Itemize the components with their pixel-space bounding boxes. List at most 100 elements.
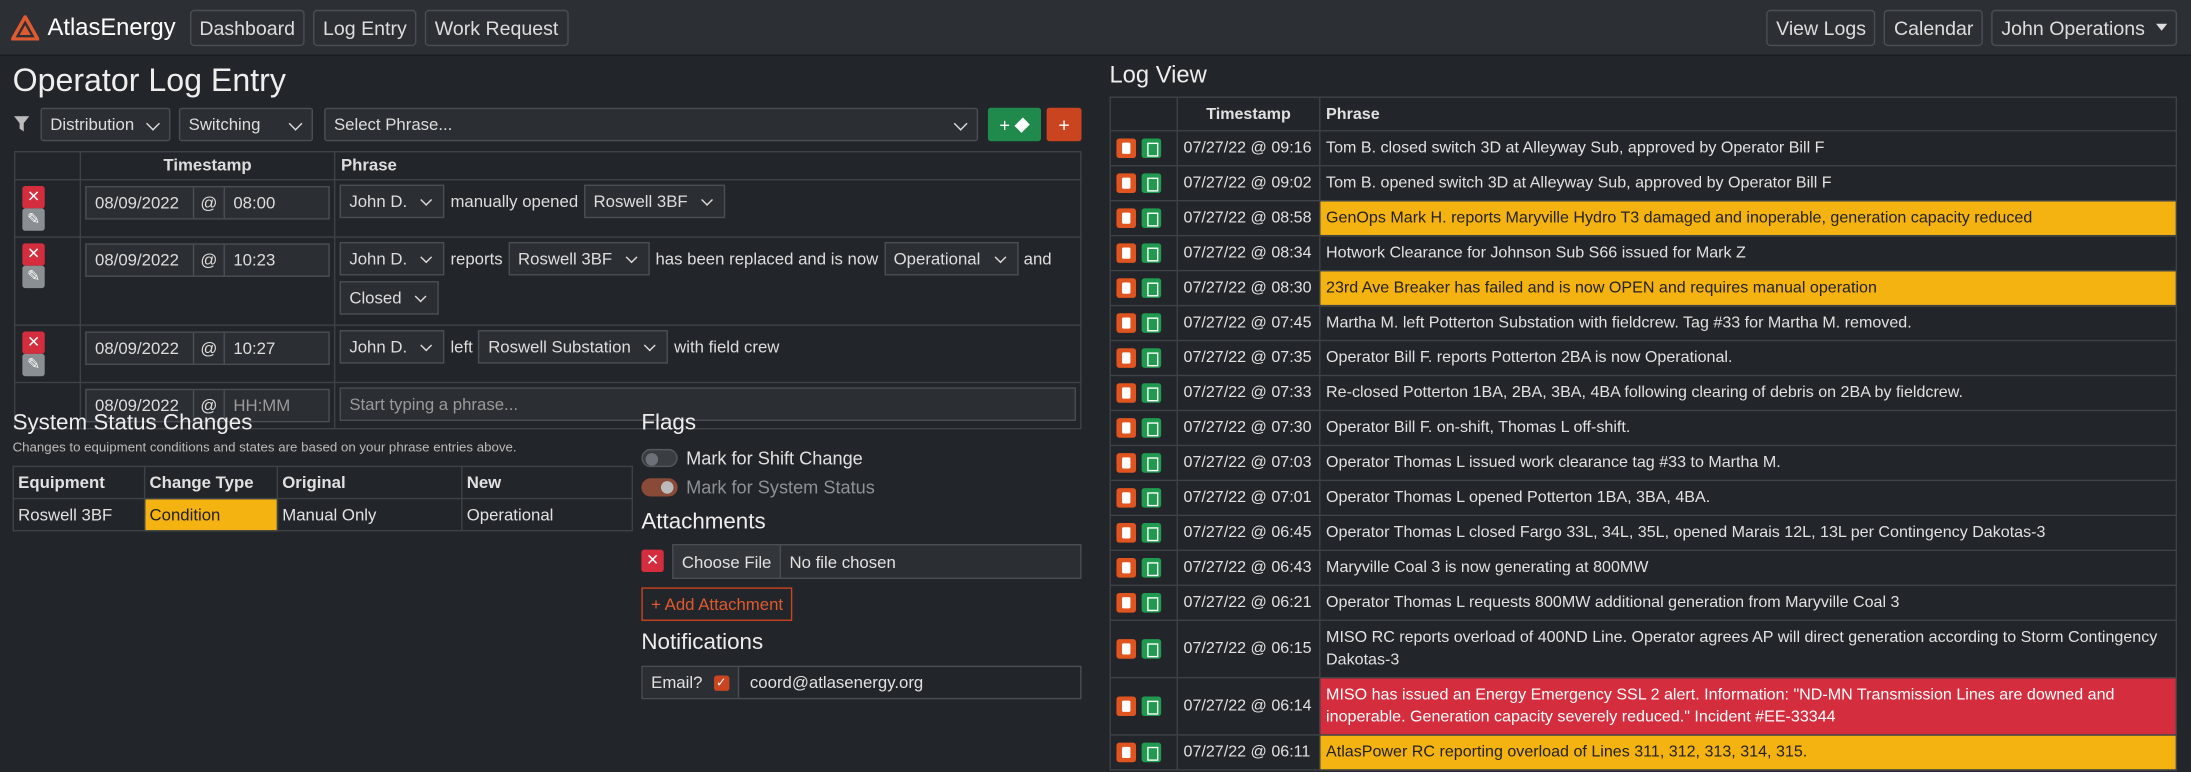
user-menu[interactable]: John Operations: [1991, 9, 2178, 46]
nav-work-request[interactable]: Work Request: [424, 9, 569, 46]
edit-button[interactable]: ✎: [22, 353, 45, 377]
clipboard-icon[interactable]: [1116, 348, 1137, 368]
at-symbol: @: [194, 244, 225, 276]
log-timestamp: 07/27/22 @ 07:01: [1176, 479, 1321, 517]
delete-button[interactable]: ✕: [22, 243, 45, 266]
brand[interactable]: AtlasEnergy: [11, 13, 176, 41]
chevron-down-icon: [420, 251, 433, 264]
phrase-text: reports: [450, 248, 503, 269]
phrase-header: Phrase: [1319, 96, 2178, 132]
edit-button[interactable]: ✎: [22, 265, 45, 289]
shift-change-toggle[interactable]: [641, 448, 678, 468]
user-name: John Operations: [2001, 16, 2145, 39]
log-row-actions: [1109, 584, 1178, 621]
timestamp-input[interactable]: 08/09/2022 @10:23: [85, 243, 330, 277]
actions-header: [13, 151, 82, 181]
delete-button[interactable]: ✕: [22, 331, 45, 354]
remove-attachment-button[interactable]: ✕: [641, 549, 664, 573]
calendar-button[interactable]: Calendar: [1884, 9, 1984, 46]
clipboard-icon[interactable]: [1116, 742, 1137, 763]
edit-button[interactable]: ✎: [22, 208, 45, 231]
clipboard-icon[interactable]: [1116, 488, 1137, 508]
date-value: 08/09/2022: [87, 244, 195, 276]
log-row: 07/27/22 @ 08:30 23rd Ave Breaker has fai…: [1109, 269, 2178, 307]
document-icon[interactable]: [1141, 742, 1162, 763]
operator-value: John D.: [349, 248, 408, 269]
operator-select[interactable]: John D.: [339, 330, 445, 364]
clipboard-icon[interactable]: [1116, 523, 1137, 543]
clipboard-icon[interactable]: [1116, 558, 1137, 578]
email-checkbox[interactable]: ✓: [713, 674, 729, 691]
document-icon[interactable]: [1141, 348, 1162, 368]
equipment-select[interactable]: Roswell 3BF: [508, 241, 650, 276]
document-icon[interactable]: [1141, 278, 1162, 298]
operator-select[interactable]: John D.: [339, 241, 445, 276]
entry-row: ✕✎ 08/09/2022 @08:00 John D. manually open…: [13, 179, 1082, 238]
file-name: No file chosen: [789, 551, 896, 572]
document-icon[interactable]: [1141, 639, 1162, 659]
document-icon[interactable]: [1141, 173, 1162, 193]
clipboard-icon[interactable]: [1116, 383, 1137, 403]
clipboard-icon[interactable]: [1116, 592, 1137, 613]
document-icon[interactable]: [1141, 523, 1162, 543]
log-row-actions: [1109, 619, 1178, 679]
clipboard-icon[interactable]: [1116, 313, 1137, 333]
shift-change-label: Mark for Shift Change: [686, 447, 863, 469]
document-icon[interactable]: [1141, 383, 1162, 403]
state-select[interactable]: Closed: [339, 281, 440, 315]
log-phrase: 23rd Ave Breaker has failed and is now O…: [1319, 269, 2178, 307]
time-value: 08:00: [233, 192, 276, 213]
nav-log-entry[interactable]: Log Entry: [313, 9, 417, 46]
operator-select[interactable]: John D.: [339, 184, 445, 219]
clipboard-icon[interactable]: [1116, 418, 1137, 438]
timestamp-input[interactable]: 08/09/2022 @08:00: [85, 186, 330, 220]
system-status-toggle[interactable]: [641, 478, 678, 497]
clipboard-icon[interactable]: [1116, 639, 1137, 659]
log-row: 07/27/22 @ 06:11 AtlasPower RC reporting …: [1109, 734, 2178, 771]
view-logs-button[interactable]: View Logs: [1766, 9, 1876, 46]
document-icon[interactable]: [1141, 138, 1162, 159]
document-icon[interactable]: [1141, 453, 1162, 473]
document-icon[interactable]: [1141, 313, 1162, 333]
document-icon[interactable]: [1141, 243, 1162, 263]
log-row-actions: [1109, 676, 1178, 736]
document-icon[interactable]: [1141, 696, 1162, 717]
clipboard-icon[interactable]: [1116, 243, 1137, 263]
attachments-title: Attachments: [641, 510, 766, 535]
clipboard-icon[interactable]: [1116, 173, 1137, 193]
email-notification: Email? ✓ coord@atlasenergy.org: [641, 665, 1082, 700]
document-icon[interactable]: [1141, 418, 1162, 438]
phrase-select[interactable]: Select Phrase...: [324, 107, 979, 142]
condition-select[interactable]: Operational: [883, 241, 1019, 276]
clipboard-icon[interactable]: [1116, 138, 1137, 159]
document-icon[interactable]: [1141, 208, 1162, 228]
location-select[interactable]: Roswell Substation: [478, 330, 669, 364]
file-input[interactable]: Choose File No file chosen: [672, 544, 1082, 579]
log-row-actions: [1109, 130, 1178, 167]
document-icon[interactable]: [1141, 592, 1162, 613]
add-phrase-button[interactable]: +: [1046, 107, 1082, 142]
log-timestamp: 07/27/22 @ 07:30: [1176, 409, 1321, 447]
add-clear-button[interactable]: +: [987, 107, 1042, 142]
clipboard-icon[interactable]: [1116, 278, 1137, 298]
clipboard-icon[interactable]: [1116, 696, 1137, 717]
email-label-group: Email? ✓: [642, 667, 739, 698]
original-header: Original: [276, 465, 463, 500]
nav-dashboard[interactable]: Dashboard: [189, 9, 305, 46]
chevron-down-icon: [701, 194, 714, 206]
add-attachment-button[interactable]: + Add Attachment: [641, 587, 793, 621]
delete-button[interactable]: ✕: [22, 186, 45, 209]
clipboard-icon[interactable]: [1116, 453, 1137, 473]
equipment-select[interactable]: Roswell 3BF: [583, 184, 726, 219]
clipboard-icon[interactable]: [1116, 208, 1137, 228]
subcategory-select[interactable]: Switching: [178, 107, 313, 142]
document-icon[interactable]: [1141, 558, 1162, 578]
email-input[interactable]: coord@atlasenergy.org: [739, 673, 923, 693]
log-row: 07/27/22 @ 07:30 Operator Bill F. on-shif…: [1109, 409, 2178, 447]
category-select[interactable]: Distribution: [40, 107, 171, 142]
timestamp-input[interactable]: 08/09/2022 @10:27: [85, 331, 330, 366]
choose-file-button[interactable]: Choose File: [673, 545, 782, 578]
new-phrase-input[interactable]: Start typing a phrase...: [339, 387, 1076, 421]
document-icon[interactable]: [1141, 488, 1162, 508]
log-view-title: Log View: [1109, 61, 1207, 89]
